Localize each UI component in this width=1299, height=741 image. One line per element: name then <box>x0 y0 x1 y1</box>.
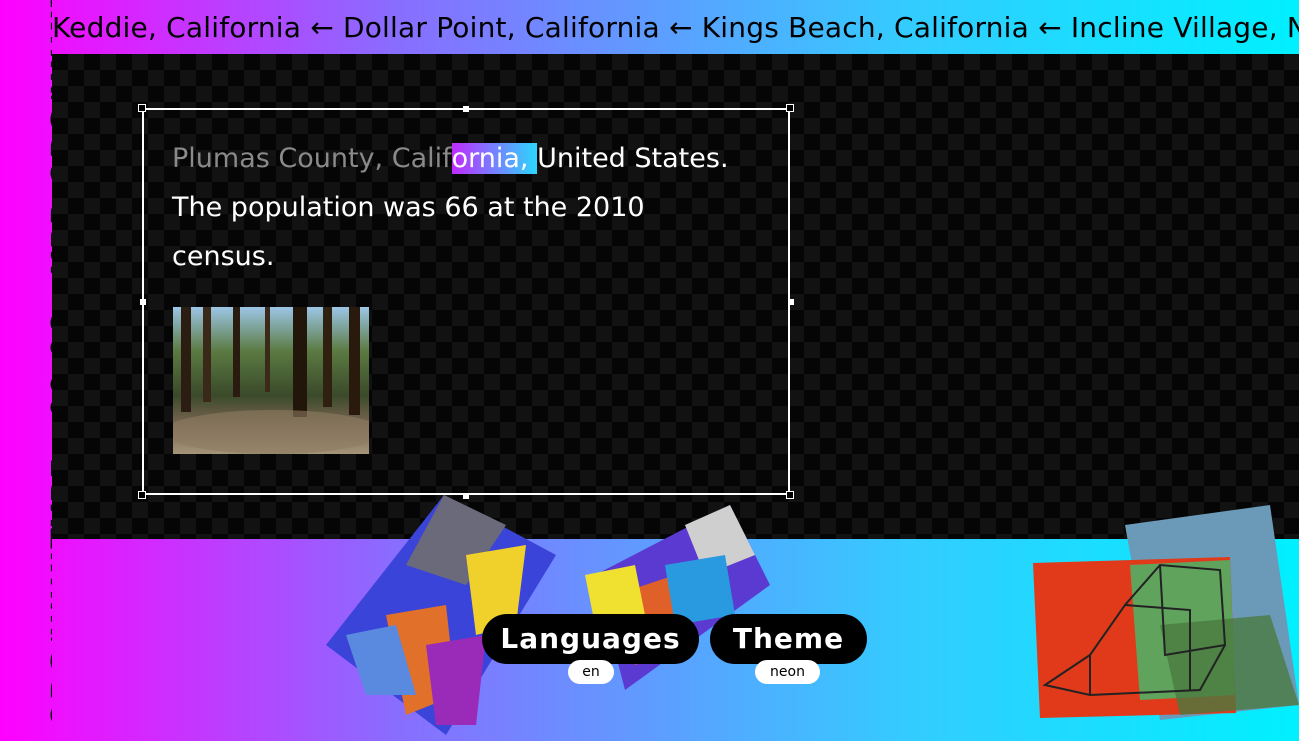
resize-handle-sw[interactable] <box>138 491 146 499</box>
ticker-bar: Keddie, California ← Dollar Point, Calif… <box>52 0 1299 54</box>
forest-photo-icon <box>173 307 369 454</box>
resize-handle-ne[interactable] <box>786 104 794 112</box>
ticker-text: Keddie, California ← Dollar Point, Calif… <box>52 11 1299 44</box>
theme-value-badge: neon <box>755 660 820 684</box>
resize-handle-e[interactable] <box>788 299 794 305</box>
resize-handle-w[interactable] <box>140 299 146 305</box>
theme-button-label: Theme <box>732 622 845 655</box>
side-ticker: .ORG/WIKITYPE · 00:06 · XPR.ORG/WIKIT <box>0 0 52 741</box>
resize-handle-nw[interactable] <box>138 104 146 112</box>
forest-photo <box>173 307 369 454</box>
resize-handle-se[interactable] <box>786 491 794 499</box>
languages-button[interactable]: Languages <box>482 614 699 664</box>
article-text: Plumas County, California, United States… <box>172 134 732 281</box>
article-text-typed: Plumas County, Calif <box>172 143 452 174</box>
side-ticker-text: .ORG/WIKITYPE · 00:06 · XPR.ORG/WIKIT <box>46 0 52 741</box>
collage-image-map <box>1030 505 1299 725</box>
languages-button-label: Languages <box>500 622 681 655</box>
theme-button[interactable]: Theme <box>710 614 867 664</box>
resize-handle-n[interactable] <box>463 106 469 112</box>
language-value-badge: en <box>568 660 614 684</box>
article-text-cursor-highlight: ornia, <box>451 143 538 174</box>
